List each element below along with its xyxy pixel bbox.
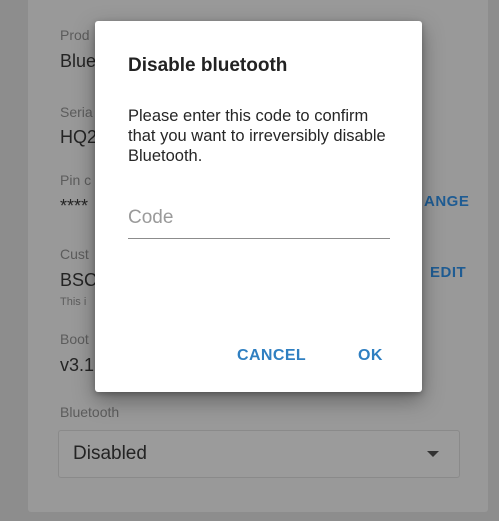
dialog-title: Disable bluetooth xyxy=(128,55,288,76)
custom-name-value: BSC xyxy=(60,270,98,290)
pin-label: Pin c xyxy=(60,172,92,188)
custom-name-note: This i xyxy=(60,296,87,308)
dialog-message: Please enter this code to confirm that y… xyxy=(128,107,386,165)
change-pin-button[interactable]: ANGE xyxy=(424,193,469,210)
product-value: Blue xyxy=(60,51,97,71)
serial-label: Seria xyxy=(60,104,93,120)
code-input[interactable] xyxy=(128,198,390,239)
bluetooth-label: Bluetooth xyxy=(60,404,120,420)
bluetooth-select[interactable]: Disabled xyxy=(58,430,460,478)
edit-name-button[interactable]: EDIT xyxy=(430,264,466,281)
ok-button[interactable]: OK xyxy=(354,343,387,369)
bootloader-value: v3.1 xyxy=(60,355,95,375)
disable-bluetooth-dialog: Disable bluetooth Please enter this code… xyxy=(95,21,422,392)
bootloader-label: Boot xyxy=(60,331,89,347)
product-label: Prod xyxy=(60,27,90,43)
serial-value: HQ2 xyxy=(60,127,98,147)
bluetooth-select-value: Disabled xyxy=(73,443,147,464)
custom-name-label: Cust xyxy=(60,246,89,262)
pin-value: **** xyxy=(60,196,89,216)
dropdown-arrow-icon xyxy=(427,451,439,457)
cancel-button[interactable]: CANCEL xyxy=(233,343,310,369)
